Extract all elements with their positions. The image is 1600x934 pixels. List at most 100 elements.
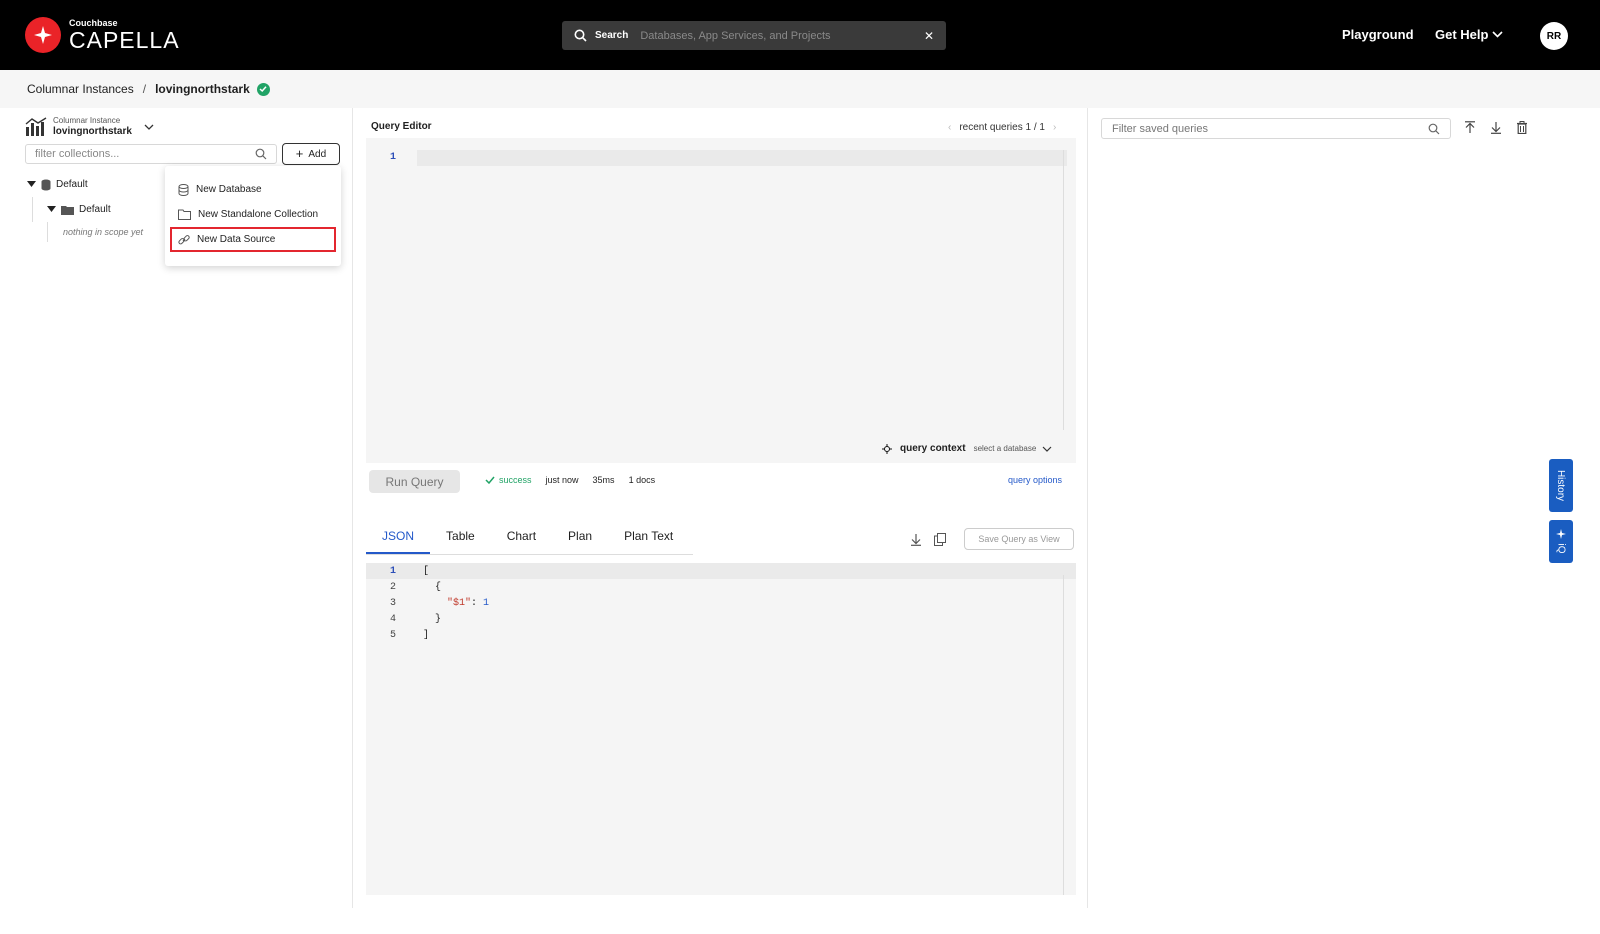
json-value: 1: [483, 597, 490, 609]
query-options-link[interactable]: query options: [1008, 475, 1062, 485]
menu-item-label: New Data Source: [197, 234, 276, 245]
add-button[interactable]: + Add: [282, 143, 340, 165]
check-circle-icon: [256, 82, 270, 96]
tab-chart[interactable]: Chart: [491, 524, 552, 554]
code-line: 5 ]: [366, 627, 1076, 643]
avatar[interactable]: RR: [1540, 22, 1568, 50]
chevron-left-icon[interactable]: ‹: [948, 122, 951, 133]
history-tab-label: History: [1555, 469, 1567, 502]
download-icon[interactable]: [910, 533, 922, 546]
code-line: 2 {: [366, 579, 1076, 595]
status-docs: 1 docs: [628, 475, 656, 485]
couchbase-logo-icon: [25, 17, 61, 53]
line-number: 2: [389, 581, 396, 593]
caret-down-icon: [27, 181, 36, 187]
code-line: 1 [: [366, 563, 1076, 579]
code-line: 4 }: [366, 611, 1076, 627]
code-text: {: [423, 581, 442, 593]
search-icon: [574, 29, 587, 42]
query-status-bar: success just now 35ms 1 docs: [485, 475, 655, 485]
get-help-menu[interactable]: Get Help: [1435, 27, 1504, 42]
global-search[interactable]: Search Databases, App Services, and Proj…: [562, 21, 946, 50]
run-query-button[interactable]: Run Query: [369, 470, 460, 493]
query-context: query context select a database: [882, 443, 1052, 454]
tree-item-scope[interactable]: Default: [47, 197, 143, 222]
add-button-label: Add: [308, 148, 327, 160]
search-icon: [255, 148, 267, 160]
instance-name: lovingnorthstark: [53, 126, 132, 137]
get-help-label: Get Help: [1435, 27, 1489, 42]
breadcrumb-current: lovingnorthstark: [155, 82, 250, 96]
database-icon: [178, 183, 189, 196]
filter-collections-placeholder: filter collections...: [35, 148, 120, 160]
line-number: 5: [389, 629, 396, 641]
copy-icon[interactable]: [934, 533, 946, 546]
menu-item-new-data-source[interactable]: New Data Source: [170, 227, 336, 252]
chevron-right-icon[interactable]: ›: [1053, 122, 1056, 133]
tree-item-label: Default: [56, 179, 88, 190]
chevron-down-icon[interactable]: [144, 124, 154, 130]
folder-icon: [178, 209, 191, 220]
menu-item-label: New Database: [196, 184, 262, 195]
line-number: 1: [389, 565, 396, 577]
breadcrumb-separator: /: [142, 82, 147, 96]
line-number: 1: [390, 152, 397, 163]
menu-item-label: New Standalone Collection: [198, 209, 319, 220]
tab-table[interactable]: Table: [430, 524, 491, 554]
chevron-down-icon: [1042, 446, 1052, 452]
chevron-down-icon: [1492, 31, 1504, 38]
query-editor[interactable]: 1: [366, 138, 1076, 463]
history-tab[interactable]: History: [1549, 459, 1573, 512]
menu-item-new-standalone-collection[interactable]: New Standalone Collection: [165, 202, 341, 227]
empty-scope-text: nothing in scope yet: [47, 222, 143, 242]
download-icon[interactable]: [1490, 121, 1502, 134]
code-text: [: [423, 565, 430, 577]
crosshair-icon: [882, 443, 892, 454]
search-icon: [1428, 123, 1440, 134]
query-context-select[interactable]: select a database: [974, 444, 1053, 453]
filter-collections-input[interactable]: filter collections...: [25, 144, 277, 164]
close-icon[interactable]: ✕: [924, 29, 934, 43]
trash-icon[interactable]: [1516, 121, 1528, 134]
brand-big: CAPELLA: [69, 27, 180, 53]
results-actions: [910, 533, 946, 546]
caret-down-icon: [47, 206, 56, 212]
status-text: success: [499, 475, 532, 485]
sparkle-icon: [1556, 529, 1566, 539]
status-duration: 35ms: [592, 475, 615, 485]
instance-selector[interactable]: Columnar Instance lovingnorthstark: [25, 116, 154, 138]
search-placeholder[interactable]: Databases, App Services, and Projects: [640, 30, 924, 42]
menu-item-new-database[interactable]: New Database: [165, 177, 341, 202]
tab-json[interactable]: JSON: [366, 524, 431, 554]
recent-queries-nav: ‹ recent queries 1 / 1 ›: [948, 122, 1056, 133]
playground-link[interactable]: Playground: [1342, 27, 1414, 42]
saved-queries-actions: [1464, 121, 1528, 134]
query-context-label: query context: [900, 443, 966, 454]
query-editor-title: Query Editor: [371, 121, 432, 132]
check-icon: [485, 476, 495, 484]
breadcrumb: Columnar Instances / lovingnorthstark: [0, 70, 1600, 108]
tree-item-database[interactable]: Default: [27, 172, 143, 197]
save-query-as-view-button[interactable]: Save Query as View: [964, 528, 1074, 550]
breadcrumb-parent[interactable]: Columnar Instances: [27, 82, 134, 96]
tab-plan[interactable]: Plan: [552, 524, 608, 554]
results-tabs: JSON Table Chart Plan Plan Text: [366, 524, 693, 555]
filter-saved-queries-input[interactable]: Filter saved queries: [1101, 118, 1451, 139]
tree-item-label: Default: [79, 204, 111, 215]
status-success: success: [485, 475, 532, 485]
columnar-chart-icon: [25, 117, 47, 136]
query-context-value: select a database: [973, 444, 1037, 453]
iq-tab[interactable]: iQ: [1549, 520, 1573, 563]
editor-current-line[interactable]: [417, 150, 1067, 166]
capella-logo[interactable]: Couchbase CAPELLA: [25, 17, 180, 53]
results-scrollbar[interactable]: [1063, 575, 1073, 895]
line-number: 4: [389, 613, 396, 625]
editor-scrollbar[interactable]: [1063, 150, 1073, 430]
plus-icon: +: [295, 146, 304, 161]
add-dropdown-menu: New Database New Standalone Collection N…: [165, 166, 341, 266]
results-json-viewer[interactable]: 1 [ 2 { 3 "$1": 1 4 } 5 ]: [366, 563, 1076, 895]
search-label: Search: [595, 30, 629, 41]
tab-plan-text[interactable]: Plan Text: [608, 524, 689, 554]
collections-sidebar: Columnar Instance lovingnorthstark filte…: [0, 108, 353, 908]
upload-icon[interactable]: [1464, 121, 1476, 134]
